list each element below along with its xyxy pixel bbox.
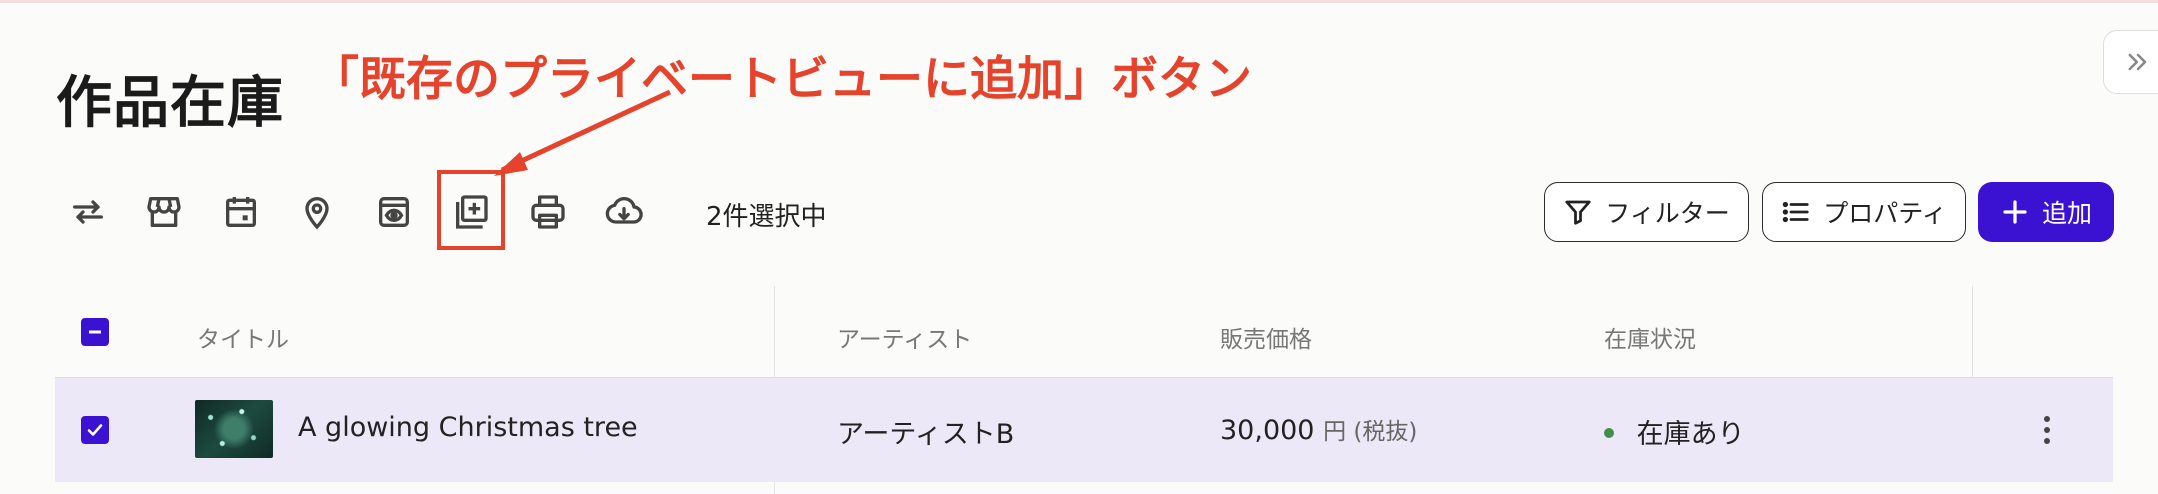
column-divider — [774, 286, 775, 378]
add-to-private-view-icon — [456, 195, 488, 229]
column-header-status[interactable]: 在庫状況 — [1604, 320, 1696, 354]
print-button[interactable] — [524, 188, 572, 236]
table-header: タイトル アーティスト 販売価格 在庫状況 — [55, 286, 2113, 378]
status-dot — [1604, 427, 1614, 438]
filter-icon — [1565, 200, 1591, 225]
column-divider — [774, 482, 775, 494]
print-icon — [531, 195, 565, 229]
artwork-title[interactable]: A glowing Christmas tree — [298, 412, 638, 443]
table-row[interactable]: A glowing Christmas tree アーティストB 30,000 … — [55, 378, 2113, 482]
column-header-price[interactable]: 販売価格 — [1220, 320, 1312, 354]
calendar-button[interactable] — [217, 188, 265, 236]
column-divider — [1972, 286, 1973, 378]
cloud-download-icon — [605, 196, 643, 224]
expand-panel-button[interactable] — [2103, 30, 2158, 94]
add-button[interactable]: 追加 — [1978, 182, 2114, 242]
more-vertical-icon — [2044, 416, 2050, 444]
swap-button[interactable] — [64, 188, 112, 236]
price-value: 30,000 — [1220, 415, 1315, 446]
column-header-artist[interactable]: アーティスト — [837, 320, 972, 354]
location-button[interactable] — [293, 188, 341, 236]
download-button[interactable] — [600, 188, 648, 236]
list-icon — [1782, 201, 1809, 223]
checkmark-icon — [87, 424, 103, 436]
row-checkbox[interactable] — [81, 416, 109, 444]
filter-button[interactable]: フィルター — [1544, 182, 1749, 242]
stock-status: 在庫あり — [1604, 412, 1745, 451]
private-view-button[interactable] — [370, 188, 418, 236]
row-menu-button[interactable] — [2027, 408, 2067, 452]
selection-count: 2件選択中 — [706, 202, 827, 232]
store-icon — [147, 197, 181, 227]
page-title: 作品在庫 — [56, 71, 284, 136]
inventory-table: タイトル アーティスト 販売価格 在庫状況 A glowing Christma… — [55, 286, 2113, 494]
price-unit: 円 (税抜) — [1323, 419, 1418, 445]
filter-label: フィルター — [1605, 199, 1730, 228]
indeterminate-icon — [89, 330, 101, 334]
artist-name: アーティストB — [837, 419, 1015, 450]
calendar-icon — [226, 197, 256, 227]
add-to-private-view-button[interactable] — [447, 188, 495, 236]
artwork-thumbnail[interactable] — [195, 400, 273, 458]
properties-label: プロパティ — [1823, 199, 1947, 228]
private-view-icon — [379, 197, 409, 227]
stock-status-label: 在庫あり — [1636, 419, 1745, 450]
column-header-title[interactable]: タイトル — [197, 320, 289, 354]
price-cell: 30,000 円 (税抜) — [1220, 412, 1417, 446]
plus-icon — [2003, 200, 2027, 224]
top-border — [0, 0, 2158, 3]
annotation-label: 「既存のプライベートビューに追加」ボタン — [312, 52, 1252, 107]
location-pin-icon — [305, 197, 329, 230]
store-button[interactable] — [140, 188, 188, 236]
properties-button[interactable]: プロパティ — [1762, 182, 1966, 242]
select-all-checkbox[interactable] — [81, 318, 109, 346]
add-label: 追加 — [2041, 199, 2092, 228]
double-chevron-right-icon — [2128, 53, 2147, 71]
swap-icon — [73, 200, 104, 224]
